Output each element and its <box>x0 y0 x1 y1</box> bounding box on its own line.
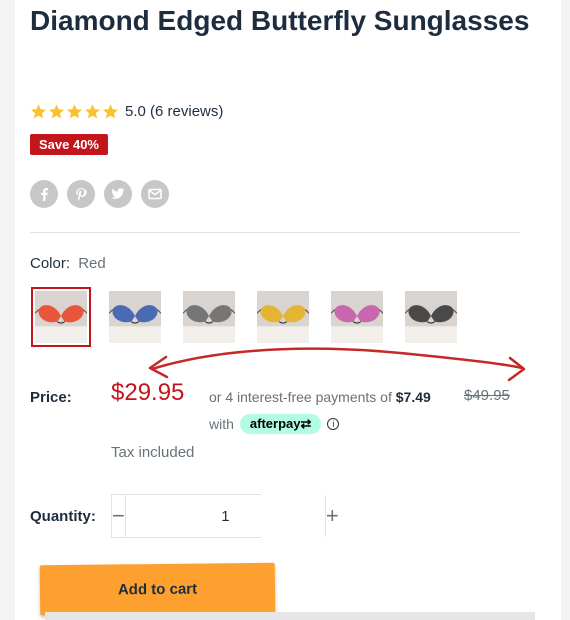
afterpay-with-text: with <box>209 416 234 432</box>
increase-quantity-button[interactable]: + <box>326 495 339 537</box>
tax-note: Tax included <box>111 444 195 461</box>
star-icon <box>67 104 82 119</box>
price-label: Price: <box>30 389 72 406</box>
star-icon <box>49 104 64 119</box>
share-buttons <box>30 180 169 208</box>
color-label: Color: <box>30 255 71 272</box>
pinterest-icon <box>76 188 87 201</box>
rating[interactable]: 5.0 (6 reviews) <box>30 103 223 120</box>
installments-text: or 4 interest-free payments of $7.49 <box>209 389 431 405</box>
sunglasses-thumbnail <box>183 291 235 343</box>
sunglasses-thumbnail <box>109 291 161 343</box>
divider <box>30 232 520 233</box>
email-icon <box>148 188 162 200</box>
buy-now-button-partial[interactable] <box>45 612 535 620</box>
sunglasses-thumbnail <box>331 291 383 343</box>
color-swatch-red[interactable] <box>31 287 91 347</box>
star-icon <box>85 104 100 119</box>
twitter-icon <box>111 188 125 199</box>
save-badge: Save 40% <box>30 134 108 155</box>
color-swatch-yellow[interactable] <box>253 287 313 347</box>
pinterest-share-button[interactable] <box>67 180 95 208</box>
quantity-label: Quantity: <box>30 508 96 525</box>
color-swatch-gray[interactable] <box>179 287 239 347</box>
facebook-icon <box>41 188 48 201</box>
star-icon <box>103 104 118 119</box>
sunglasses-thumbnail <box>35 291 87 343</box>
email-share-button[interactable] <box>141 180 169 208</box>
decrease-quantity-button[interactable]: − <box>112 495 125 537</box>
reviews-link[interactable]: 5.0 (6 reviews) <box>125 103 223 120</box>
product-title: Diamond Edged Butterfly Sunglasses <box>30 5 530 36</box>
quantity-stepper: − + <box>111 494 339 538</box>
installment-amount: $7.49 <box>395 389 431 405</box>
sunglasses-thumbnail <box>257 291 309 343</box>
color-swatches <box>31 287 475 347</box>
twitter-share-button[interactable] <box>104 180 132 208</box>
info-icon[interactable]: i <box>327 418 340 430</box>
sunglasses-thumbnail <box>405 291 457 343</box>
color-selector-label: Color: Red <box>30 255 106 272</box>
selected-color-value: Red <box>78 255 106 272</box>
afterpay-row: with afterpay⇄ i <box>209 414 340 434</box>
star-rating <box>30 103 119 120</box>
add-to-cart-button[interactable]: Add to cart <box>39 562 276 616</box>
compare-at-price: $49.95 <box>464 387 510 404</box>
afterpay-logo: afterpay⇄ <box>239 414 322 434</box>
star-icon <box>31 104 46 119</box>
current-price: $29.95 <box>111 379 185 406</box>
color-swatch-blue[interactable] <box>105 287 165 347</box>
facebook-share-button[interactable] <box>30 180 58 208</box>
quantity-input[interactable] <box>124 495 326 537</box>
installments-prefix: or 4 interest-free payments of <box>209 389 392 405</box>
color-swatch-pink[interactable] <box>327 287 387 347</box>
color-swatch-black[interactable] <box>401 287 461 347</box>
